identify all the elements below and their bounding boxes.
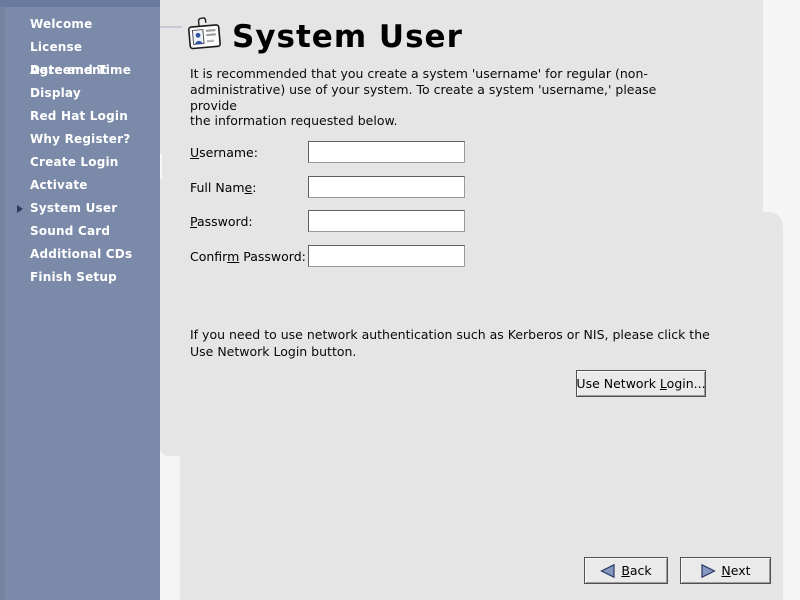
arrow-right-icon <box>700 564 716 578</box>
sidebar-item-date-and-time[interactable]: Date and Time <box>0 59 160 82</box>
password-label: Password: <box>190 214 253 229</box>
full-name-field[interactable] <box>308 176 465 198</box>
sidebar-item-create-login[interactable]: Create Login <box>0 151 160 174</box>
confirm-password-field[interactable] <box>308 245 465 267</box>
page-title: System User <box>232 19 463 55</box>
right-pointer-icon <box>17 205 23 213</box>
back-button-label: Back <box>621 563 651 578</box>
next-button[interactable]: Next <box>680 557 771 584</box>
sidebar-item-sound-card[interactable]: Sound Card <box>0 220 160 243</box>
use-network-login-label: Use Network Login... <box>576 376 705 391</box>
sidebar-item-label: Create Login <box>30 155 119 169</box>
sidebar-item-why-register[interactable]: Why Register? <box>0 128 160 151</box>
sidebar-item-red-hat-login[interactable]: Red Hat Login <box>0 105 160 128</box>
sidebar-item-finish-setup[interactable]: Finish Setup <box>0 266 160 289</box>
use-network-login-button[interactable]: Use Network Login... <box>576 370 706 397</box>
id-badge-icon <box>186 15 223 53</box>
step-sidebar: Welcome License Agreement Date and Time … <box>0 0 160 600</box>
sidebar-item-label: System User <box>30 201 117 215</box>
sidebar-item-label: Activate <box>30 178 88 192</box>
confirm-password-label: Confirm Password: <box>190 249 306 264</box>
step-list: Welcome License Agreement Date and Time … <box>0 13 160 289</box>
sidebar-top-edge <box>0 0 160 7</box>
sidebar-item-label: Why Register? <box>30 132 130 146</box>
sidebar-item-license-agreement[interactable]: License Agreement <box>0 36 160 59</box>
sidebar-item-display[interactable]: Display <box>0 82 160 105</box>
content-panel-lower <box>180 212 783 600</box>
username-label: Username: <box>190 145 258 160</box>
next-button-label: Next <box>721 563 750 578</box>
network-auth-note: If you need to use network authenticatio… <box>190 327 710 360</box>
sidebar-item-label: Sound Card <box>30 224 110 238</box>
full-name-label: Full Name: <box>190 180 256 195</box>
sidebar-item-welcome[interactable]: Welcome <box>0 13 160 36</box>
sidebar-item-label: Display <box>30 86 81 100</box>
sidebar-item-additional-cds[interactable]: Additional CDs <box>0 243 160 266</box>
password-field[interactable] <box>308 210 465 232</box>
intro-paragraph: It is recommended that you create a syst… <box>190 66 695 129</box>
sidebar-item-label: Date and Time <box>30 63 131 77</box>
panel-edge-highlight <box>160 154 162 179</box>
sidebar-item-label: Additional CDs <box>30 247 132 261</box>
sidebar-item-activate[interactable]: Activate <box>0 174 160 197</box>
sidebar-item-label: Finish Setup <box>30 270 117 284</box>
sidebar-item-label: Welcome <box>30 17 92 31</box>
sidebar-item-label: Red Hat Login <box>30 109 128 123</box>
username-field[interactable] <box>308 141 465 163</box>
back-button[interactable]: Back <box>584 557 668 584</box>
header-connector-line <box>160 26 182 28</box>
sidebar-item-system-user[interactable]: System User <box>0 197 160 220</box>
arrow-left-icon <box>600 564 616 578</box>
